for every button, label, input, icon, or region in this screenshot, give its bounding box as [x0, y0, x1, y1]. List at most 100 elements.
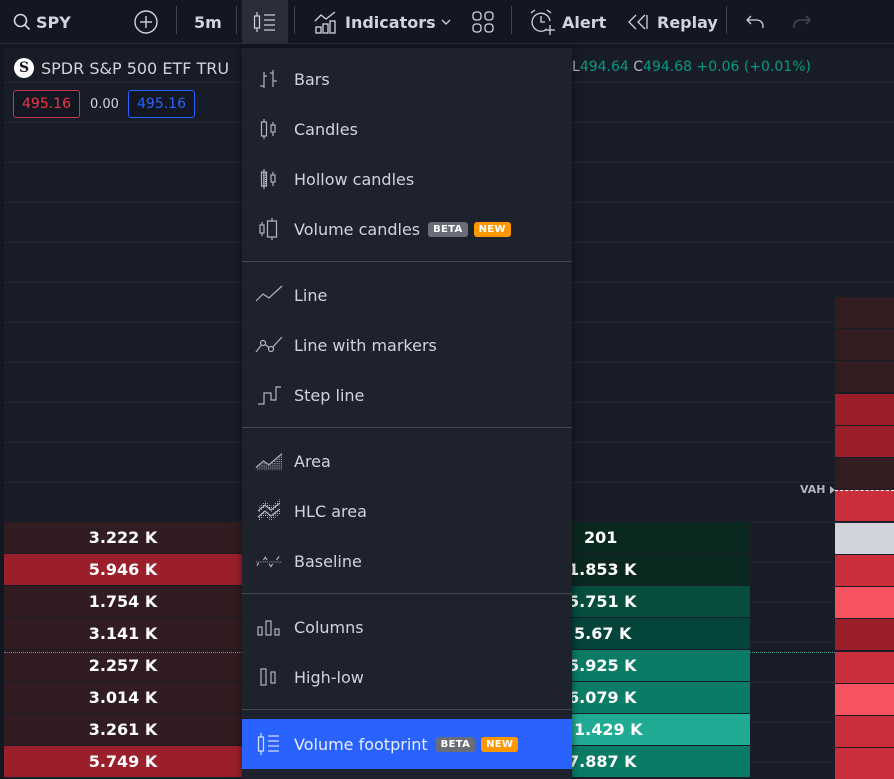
candles-icon	[255, 115, 283, 143]
compare-symbol-button[interactable]	[133, 0, 159, 44]
footprint-cell: 6.079 K	[562, 682, 750, 713]
low-value: 494.64	[579, 59, 629, 75]
toolbar-divider	[236, 6, 237, 34]
footprint-cell: 3.222 K	[4, 522, 242, 553]
alert-icon	[528, 8, 556, 36]
menu-item-label: Line	[294, 285, 328, 305]
undo-button[interactable]	[745, 0, 765, 44]
volume-profile-bar	[835, 297, 894, 328]
footprint-cell: 5.946 K	[4, 554, 242, 585]
toolbar-divider	[511, 6, 512, 34]
menu-item-label: Columns	[294, 617, 364, 637]
footprint-cell: 3.014 K	[4, 682, 242, 713]
menu-item-hlc-area[interactable]: HLC area	[242, 486, 572, 536]
menu-item-hollow-candles[interactable]: Hollow candles	[242, 154, 572, 204]
symbol-title: SPDR S&P 500 ETF TRU	[41, 58, 230, 78]
menu-item-label: Bars	[294, 69, 330, 89]
replay-button[interactable]: Replay	[627, 0, 718, 44]
undo-icon	[745, 13, 765, 31]
add-symbol-icon	[133, 9, 159, 35]
baseline-icon	[255, 547, 283, 575]
area-icon	[255, 447, 283, 475]
hlc-area-icon	[255, 497, 283, 525]
footprint-cell: 1.429 K	[562, 714, 750, 745]
menu-divider	[242, 593, 572, 594]
volume-profile-bar	[835, 490, 894, 521]
menu-item-label: Line with markers	[294, 335, 437, 355]
chevron-down-icon	[440, 17, 452, 27]
menu-item-label: Step line	[294, 385, 365, 405]
close-value: 494.68	[643, 59, 693, 75]
footprint-cell: 3.141 K	[4, 618, 242, 649]
bars-icon	[255, 65, 283, 93]
menu-item-bars[interactable]: Bars	[242, 54, 572, 104]
footprint-cell: 1.754 K	[4, 586, 242, 617]
symbol-search-button[interactable]: SPY	[12, 0, 71, 44]
footprint-cell: 2.257 K	[4, 650, 242, 681]
menu-item-line-with-markers[interactable]: Line with markers	[242, 320, 572, 370]
alert-button[interactable]: Alert	[528, 0, 606, 44]
symbol-label: SPY	[36, 12, 71, 32]
buy-button[interactable]: 495.16	[128, 90, 195, 118]
footprint-cell: 5.751 K	[562, 586, 750, 617]
indicators-button[interactable]: Indicators	[313, 0, 436, 44]
chart-type-menu: Bars Candles Hollow candles Volume candl…	[242, 48, 572, 779]
replay-label: Replay	[657, 12, 718, 32]
volume-profile-bar	[835, 523, 894, 554]
indicators-dropdown-button[interactable]	[440, 0, 452, 44]
line-markers-icon	[255, 331, 283, 359]
vah-arrow-icon	[829, 485, 835, 494]
new-badge: NEW	[481, 736, 519, 752]
volume-profile-bar	[835, 587, 894, 618]
menu-divider	[242, 427, 572, 428]
menu-item-candles[interactable]: Candles	[242, 104, 572, 154]
chart-type-button[interactable]	[242, 0, 288, 44]
menu-divider	[242, 709, 572, 710]
toolbar-divider	[176, 6, 177, 34]
low-label: L	[572, 59, 580, 75]
volume-profile-bar	[835, 329, 894, 360]
menu-item-baseline[interactable]: Baseline	[242, 536, 572, 586]
volume-profile-bar	[835, 748, 894, 779]
change-value: +0.06 (+0.01%)	[696, 59, 811, 75]
chart-type-icon	[252, 10, 278, 34]
sell-button[interactable]: 495.16	[13, 90, 80, 118]
menu-item-line[interactable]: Line	[242, 270, 572, 320]
menu-item-volume-candles[interactable]: Volume candles BETA NEW	[242, 204, 572, 254]
indicators-label: Indicators	[345, 12, 436, 32]
menu-item-label: High-low	[294, 667, 364, 687]
new-badge: NEW	[473, 221, 511, 237]
volume-profile-bar	[835, 716, 894, 747]
menu-item-label: HLC area	[294, 501, 367, 521]
menu-item-columns[interactable]: Columns	[242, 602, 572, 652]
spread-value: 0.00	[90, 96, 119, 112]
alert-label: Alert	[562, 12, 607, 32]
volume-profile-bar	[835, 555, 894, 586]
footprint-cell: 7.887 K	[562, 746, 750, 777]
ohlc-values: L494.64 C494.68 +0.06 (+0.01%)	[572, 59, 811, 75]
poc-line	[4, 652, 242, 653]
line-icon	[255, 281, 283, 309]
vah-label: VAH	[800, 483, 826, 496]
menu-item-area[interactable]: Area	[242, 436, 572, 486]
redo-button[interactable]	[792, 0, 812, 44]
toolbar-divider	[726, 6, 727, 34]
menu-item-high-low[interactable]: High-low	[242, 652, 572, 702]
menu-item-label: Area	[294, 451, 331, 471]
toolbar-divider	[294, 6, 295, 34]
menu-item-label: Baseline	[294, 551, 362, 571]
volume-profile-bar	[835, 652, 894, 683]
menu-item-step-line[interactable]: Step line	[242, 370, 572, 420]
menu-item-label: Hollow candles	[294, 169, 415, 189]
volume-profile-bar	[835, 619, 894, 650]
interval-button[interactable]: 5m	[194, 0, 222, 44]
step-line-icon	[255, 381, 283, 409]
indicators-icon	[313, 9, 339, 35]
menu-item-volume-footprint[interactable]: Volume footprint BETA NEW	[242, 719, 572, 769]
close-label: C	[633, 59, 644, 75]
poc-line	[750, 652, 835, 653]
footprint-cell: 3.261 K	[4, 714, 242, 745]
layouts-button[interactable]	[471, 0, 495, 44]
symbol-legend[interactable]: S SPDR S&P 500 ETF TRU	[14, 58, 229, 78]
volume-footprint-icon	[255, 730, 283, 758]
